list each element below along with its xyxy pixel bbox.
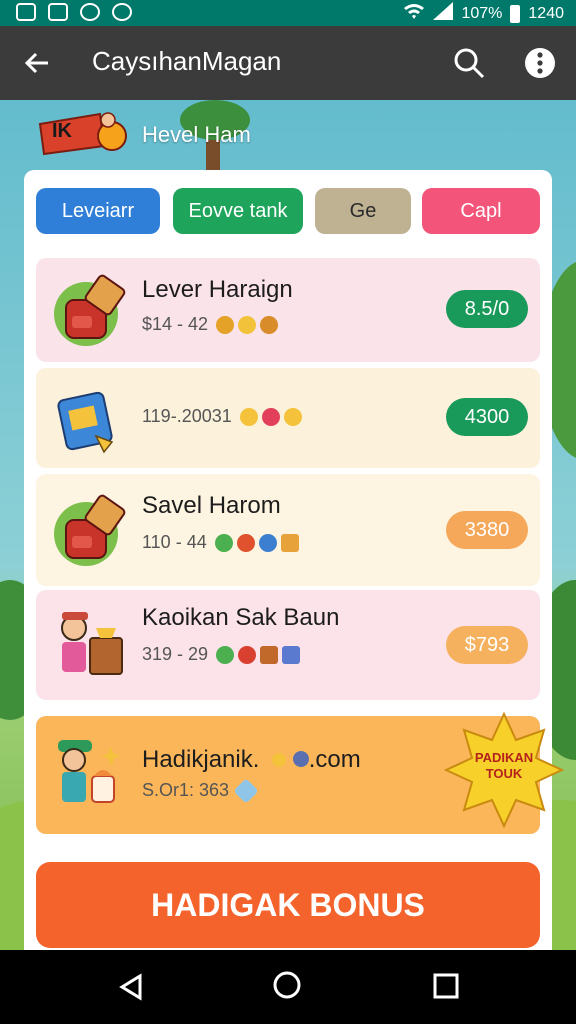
back-arrow-icon[interactable]: [22, 48, 52, 78]
star-badge-text: PADIKAN TOUK: [474, 750, 534, 781]
item-price-button[interactable]: 3380: [446, 511, 528, 549]
price-label: $793: [464, 633, 510, 656]
tab-label: Ge: [349, 199, 377, 222]
item-price-button[interactable]: 8.5/0: [446, 290, 528, 328]
wifi-icon: [403, 2, 425, 25]
star-icon: [239, 407, 258, 426]
item-price-range: $14 - 42: [142, 314, 209, 334]
reward-icons: [216, 315, 279, 334]
star-icon: [283, 407, 302, 426]
orb-icon: [292, 751, 309, 767]
item-subtitle: 319 - 29: [142, 644, 301, 665]
gem-icon: [272, 753, 287, 767]
price-label: 3380: [464, 518, 510, 541]
reward-icons: [239, 407, 302, 426]
shop-item[interactable]: 119-.20031 4300: [36, 368, 540, 468]
app-bar: CaysıhanMagan: [0, 26, 576, 100]
badge-icon: [236, 533, 255, 552]
item-subtitle: $14 - 42: [142, 314, 279, 335]
search-icon[interactable]: [452, 46, 486, 80]
item-subtitle: 110 - 44: [142, 532, 299, 553]
clock: 1240: [528, 4, 564, 22]
backpack-icon: [52, 272, 128, 348]
coin-icon: [260, 315, 279, 334]
more-options-icon[interactable]: [524, 47, 556, 79]
shop-item[interactable]: Kaoikan Sak Baun 319 - 29 $793: [36, 590, 540, 700]
nav-home-icon[interactable]: [272, 970, 302, 1000]
item-price-range: 110 - 44: [142, 532, 207, 552]
app-title: CaysıhanMagan: [92, 46, 282, 76]
gift-icon: [238, 645, 257, 664]
featured-offer[interactable]: Hadikjanik. .com S.Or1: 363 PADIKAN TOUK: [36, 711, 565, 834]
suitcase-icon: [52, 380, 128, 456]
feather-icon: [233, 777, 259, 804]
tab-capl[interactable]: Capl: [422, 188, 540, 234]
shopkeeper-icon: [52, 606, 128, 682]
item-price-button[interactable]: $793: [446, 626, 528, 664]
book-icon: [282, 645, 301, 664]
bonus-button[interactable]: HADIGAK BONUS: [36, 862, 540, 948]
badge-icon: [214, 533, 233, 552]
signal-icon: [433, 2, 454, 25]
item-title: Savel Harom: [142, 492, 281, 519]
item-price-range: 319 - 29: [142, 644, 209, 664]
item-price-button[interactable]: 4300: [446, 398, 528, 436]
tab-label: Capl: [460, 199, 502, 222]
reward-icons: [214, 533, 299, 552]
battery-percent: 107%: [461, 4, 503, 22]
image-notification-icon: [16, 3, 36, 21]
featured-subtitle-text: S.Or1: 363: [142, 780, 230, 800]
shop-item[interactable]: Lever Haraign $14 - 42 8.5/0: [36, 258, 540, 362]
level-badge-text: IK: [52, 120, 72, 142]
nav-back-icon[interactable]: [116, 972, 146, 1002]
shop-item[interactable]: Savel Harom 110 - 44 3380: [36, 474, 540, 586]
item-title: Kaoikan Sak Baun: [142, 604, 340, 631]
tab-ge[interactable]: Ge: [315, 188, 411, 234]
shop-panel: Leveiarr Eovve tank Ge Capl Lever Haraig…: [24, 170, 565, 950]
tab-label: Leveiarr: [61, 199, 135, 222]
featured-subtitle: S.Or1: 363: [142, 777, 259, 804]
tab-label: Eovve tank: [188, 199, 288, 222]
price-label: 4300: [464, 405, 510, 428]
photo-notification-icon: [48, 3, 68, 21]
battery-icon: [510, 4, 521, 23]
tab-eovve-tank[interactable]: Eovve tank: [173, 188, 303, 234]
item-title: Lever Haraign: [142, 276, 293, 303]
level-title: Hevel Ham: [142, 122, 251, 147]
leaf-icon: [216, 645, 235, 664]
backpack-icon: [52, 492, 128, 568]
price-label: 8.5/0: [464, 297, 510, 320]
coin-icon: [216, 315, 235, 334]
character-icon: [52, 736, 128, 812]
star-burst-badge: PADIKAN TOUK: [443, 710, 565, 830]
nav-recents-icon[interactable]: [432, 972, 460, 1000]
reward-icons: [216, 645, 301, 664]
featured-title-suffix: .com: [308, 746, 361, 773]
chest-icon: [260, 645, 279, 664]
item-price-range: 119-.20031: [142, 406, 232, 426]
featured-title: Hadikjanik. .com: [142, 746, 361, 774]
featured-title-text: Hadikjanik.: [142, 746, 260, 773]
alarm-notification-icon: [80, 3, 100, 21]
category-tabs: Leveiarr Eovve tank Ge Capl: [36, 188, 540, 234]
item-subtitle: 119-.20031: [142, 406, 302, 427]
navigation-bar: [0, 950, 576, 1024]
level-badge: IK: [38, 110, 130, 156]
status-bar: 107% 1240: [0, 0, 576, 26]
chat-notification-icon: [112, 3, 132, 21]
scroll-icon: [280, 533, 299, 552]
badge-icon: [258, 533, 277, 552]
heart-icon: [261, 407, 280, 426]
coin-icon: [238, 315, 257, 334]
tab-leveiarr[interactable]: Leveiarr: [36, 188, 160, 234]
